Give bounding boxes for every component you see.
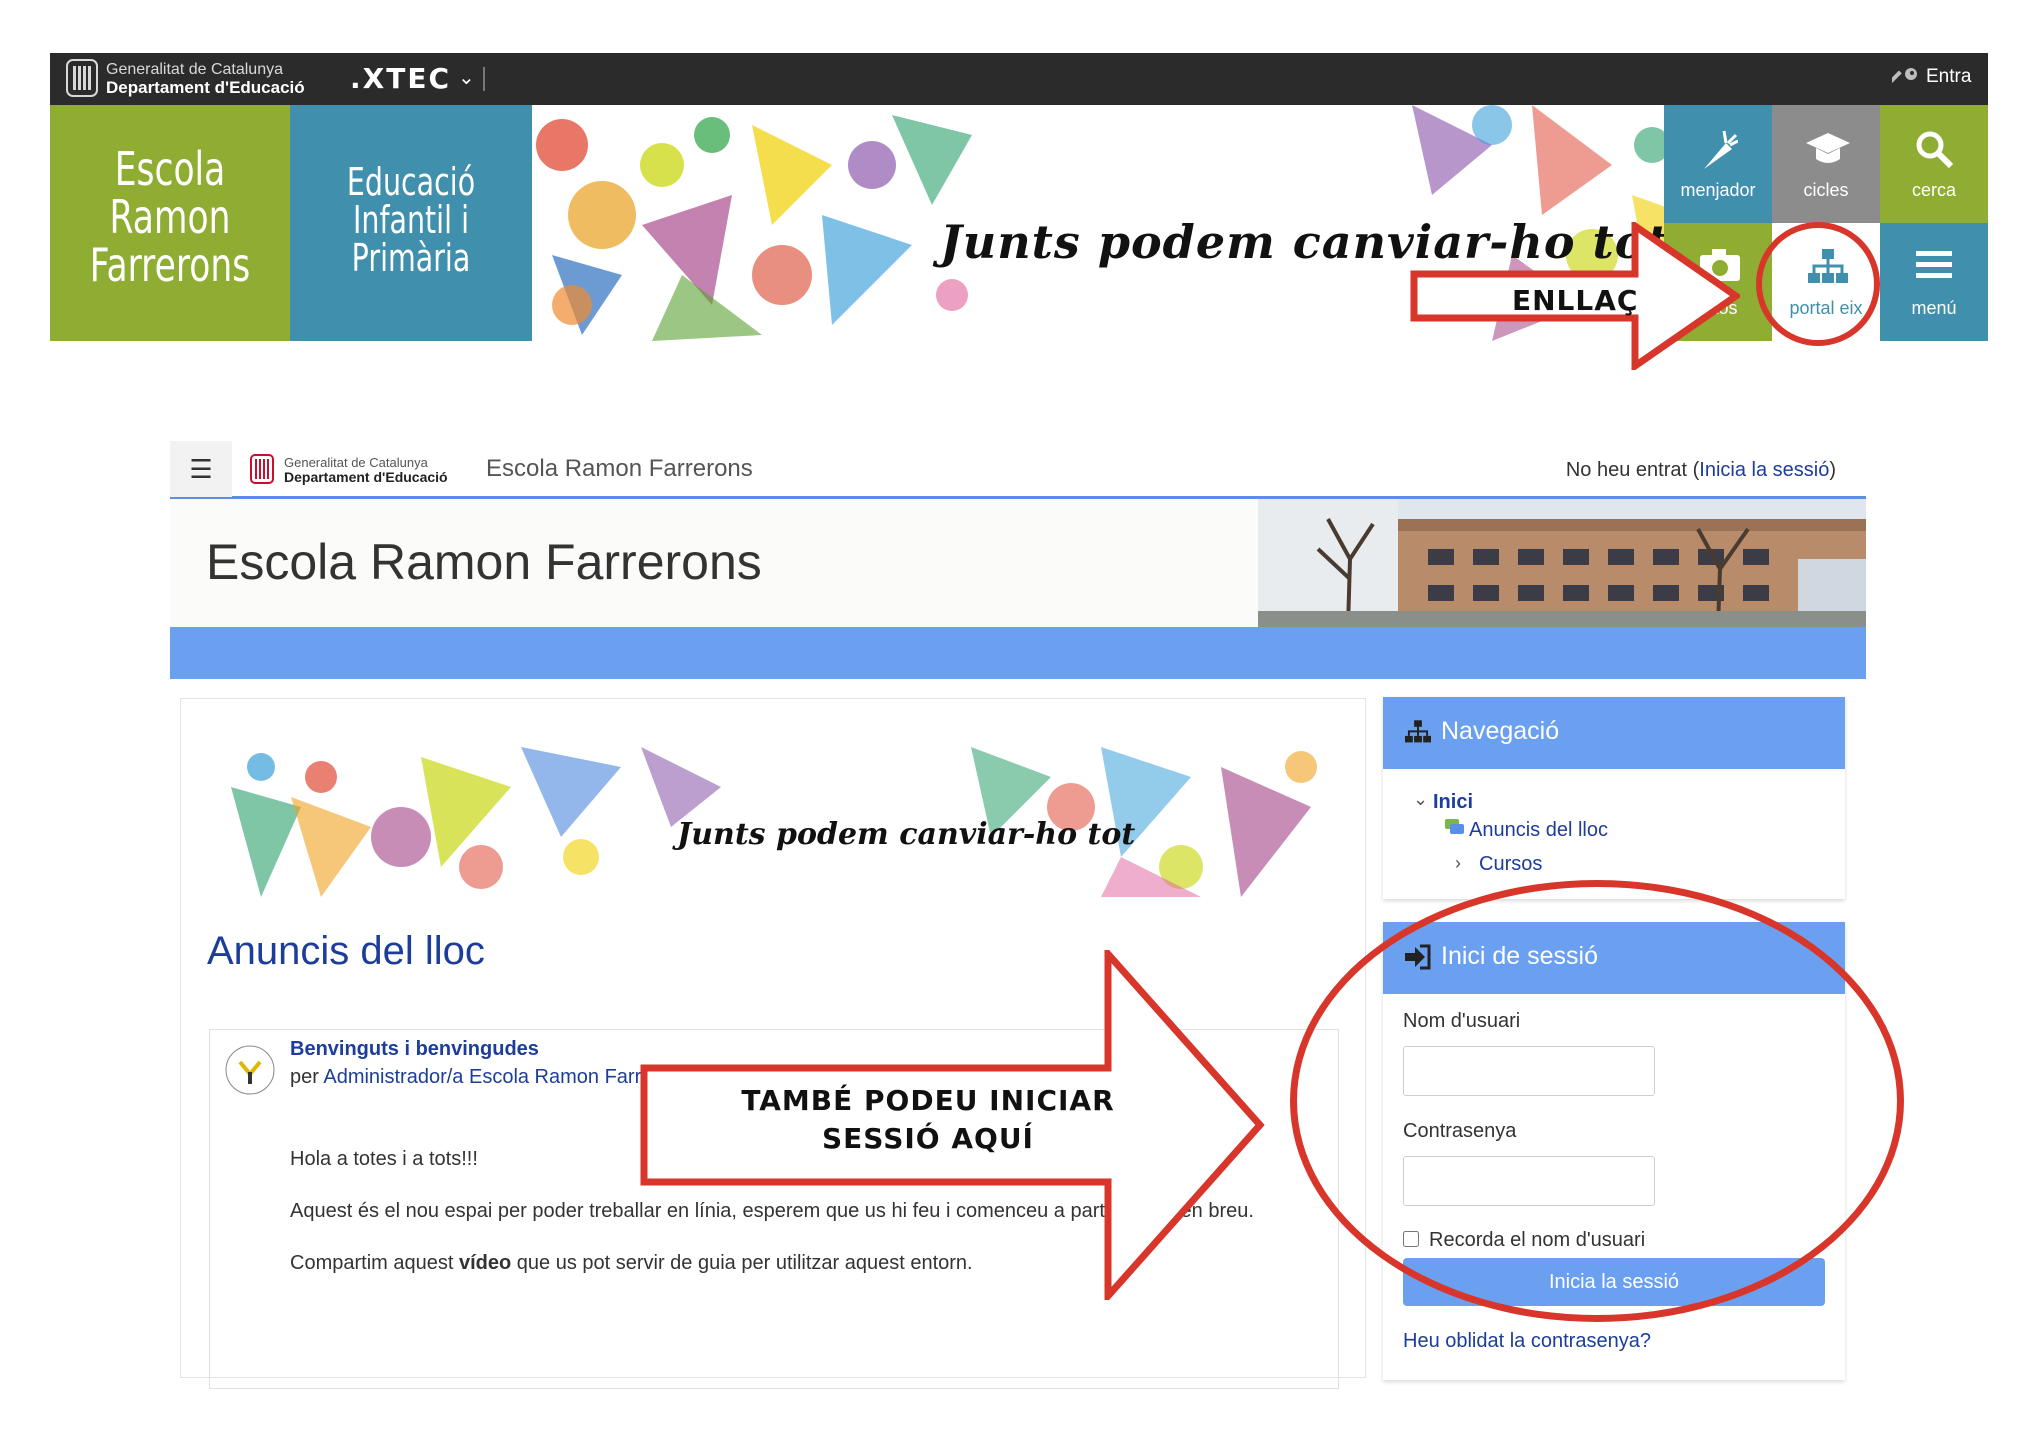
education-line1: Educació <box>346 160 476 204</box>
school-name-line2: Ramon <box>109 190 231 244</box>
nav-item-anuncis[interactable]: Anuncis del lloc <box>1469 819 1608 842</box>
xtec-menu-button[interactable]: .XTEC <box>350 62 451 95</box>
tile-menu-label: menú <box>1911 298 1957 318</box>
navigation-block-title: Navegació <box>1441 717 1560 745</box>
post-author-link[interactable]: Administrador/a Escola Ramon Farrerons <box>323 1066 691 1088</box>
tile-cerca[interactable]: cerca <box>1880 105 1988 223</box>
chevron-right-icon[interactable]: › <box>1455 853 1461 874</box>
key-icon[interactable] <box>1892 65 1920 93</box>
post-title[interactable]: Benvinguts i benvingudes <box>290 1038 539 1061</box>
post-byline: per Administrador/a Escola Ramon Farrero… <box>290 1066 691 1089</box>
login-status-suffix: ) <box>1829 459 1836 481</box>
chevron-down-icon[interactable]: ⌄ <box>458 65 475 90</box>
forum-icon <box>1445 819 1464 834</box>
tile-menjador-label: menjador <box>1680 180 1756 200</box>
tile-cerca-label: cerca <box>1911 180 1956 200</box>
gencat-department-label: Generalitat de Catalunya Departament d'E… <box>106 61 305 97</box>
annotation-login-label: TAMBÉ PODEU INICIAR SESSIÓ AQUÍ <box>648 1082 1208 1158</box>
chevron-down-icon[interactable]: ⌄ <box>1413 789 1428 810</box>
hamburger-menu-icon <box>1916 251 1952 278</box>
moodle-page-header: Escola Ramon Farrerons <box>170 499 1866 627</box>
navigation-block-header: Navegació <box>1383 697 1845 769</box>
search-icon <box>1916 131 1954 169</box>
annotation-login-line2: SESSIÓ AQUÍ <box>822 1122 1034 1155</box>
education-level-block: Educació Infantil i Primària <box>290 105 532 341</box>
nav-item-cursos[interactable]: Cursos <box>1479 853 1542 876</box>
school-name: Escola Ramon Farrerons <box>80 145 260 289</box>
school-name-block[interactable]: Escola Ramon Farrerons <box>50 105 290 341</box>
tile-menu[interactable]: menú <box>1880 223 1988 341</box>
graduation-cap-icon <box>1806 133 1850 163</box>
sitemap-icon <box>1405 720 1431 743</box>
xtec-top-bar: Generalitat de Catalunya Departament d'E… <box>50 53 1988 105</box>
gencat-line1: Generalitat de Catalunya <box>284 455 428 470</box>
header-accent-band <box>170 627 1866 679</box>
login-status-prefix: No heu entrat ( <box>1565 459 1700 481</box>
content-banner-motto: Junts podem canviar-ho tot <box>677 817 1136 852</box>
education-line3: Primària <box>351 236 471 280</box>
gencat-line2: Departament d'Educació <box>106 78 305 97</box>
school-name-line3: Farrerons <box>89 238 251 292</box>
annotation-circle-portal <box>1756 222 1880 346</box>
forgot-password-link[interactable]: Heu oblidat la contrasenya? <box>1403 1330 1651 1353</box>
gencat-department-label[interactable]: Generalitat de Catalunya Departament d'E… <box>284 455 448 485</box>
tile-cicles-label: cicles <box>1803 180 1849 200</box>
entra-link[interactable]: Entra <box>1926 66 1971 88</box>
avatar <box>225 1045 275 1095</box>
gencat-logo-icon <box>250 454 274 484</box>
gencat-line2: Departament d'Educació <box>284 469 448 485</box>
drawer-toggle-icon[interactable]: ☰ <box>170 441 232 497</box>
section-heading-anuncis[interactable]: Anuncis del lloc <box>207 929 485 974</box>
tile-cicles[interactable]: cicles <box>1772 105 1880 223</box>
school-name-line1: Escola <box>114 142 226 196</box>
education-line2: Infantil i <box>352 198 470 242</box>
tile-menjador[interactable]: menjador <box>1664 105 1772 223</box>
page-title: Escola Ramon Farrerons <box>206 534 762 590</box>
divider <box>483 67 485 91</box>
annotation-enllac-label: ENLLAÇ <box>1512 284 1639 317</box>
nav-item-inici[interactable]: Inici <box>1433 791 1473 814</box>
navbar-site-name[interactable]: Escola Ramon Farrerons <box>486 455 753 483</box>
login-status: No heu entrat (Inicia la sessió) <box>1566 459 1836 482</box>
education-level: Educació Infantil i Primària <box>320 163 502 277</box>
moodle-navbar: ☰ Generalitat de Catalunya Departament d… <box>170 441 1866 499</box>
carrot-icon <box>1704 130 1738 169</box>
school-building-photo <box>1258 499 1866 627</box>
navigation-block: Navegació ⌄ Inici Anuncis del lloc › Cur… <box>1383 697 1845 899</box>
annotation-login-line1: TAMBÉ PODEU INICIAR <box>741 1084 1115 1117</box>
post-paragraph: Hola a totes i a tots!!! <box>290 1148 478 1170</box>
post-byline-prefix: per <box>290 1066 324 1088</box>
post-p3-pre: Compartim aquest <box>290 1252 459 1274</box>
annotation-oval-login <box>1290 880 1904 1322</box>
gencat-logo-icon <box>66 59 98 97</box>
gencat-line1: Generalitat de Catalunya <box>106 61 283 78</box>
login-status-link[interactable]: Inicia la sessió <box>1699 459 1829 481</box>
post-video-word: vídeo <box>458 1252 512 1274</box>
